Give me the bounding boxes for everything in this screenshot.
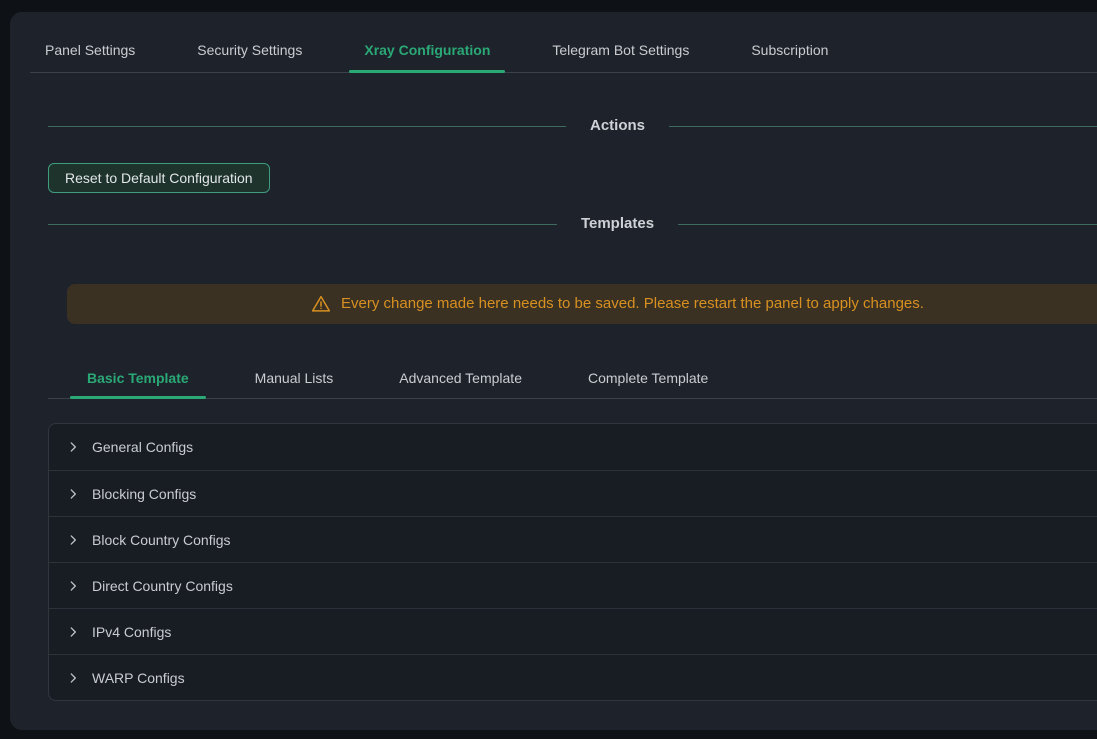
tab-security-settings[interactable]: Security Settings	[182, 32, 317, 72]
restart-warning-text: Every change made here needs to be saved…	[341, 294, 924, 314]
collapse-block-country-configs[interactable]: Block Country Configs	[49, 516, 1097, 562]
tab-advanced-template[interactable]: Advanced Template	[382, 360, 539, 398]
tab-subscription[interactable]: Subscription	[736, 32, 843, 72]
settings-card: Panel Settings Security Settings Xray Co…	[10, 12, 1097, 730]
chevron-right-icon	[66, 625, 80, 639]
tab-xray-configuration[interactable]: Xray Configuration	[349, 32, 505, 72]
xray-configuration-panel: Actions Reset to Default Configuration T…	[48, 115, 1097, 701]
chevron-right-icon	[66, 579, 80, 593]
divider-line	[669, 126, 1097, 127]
main-tab-bar: Panel Settings Security Settings Xray Co…	[30, 32, 1097, 73]
chevron-right-icon	[66, 440, 80, 454]
collapse-row-label: Direct Country Configs	[92, 578, 233, 594]
tab-manual-lists[interactable]: Manual Lists	[238, 360, 351, 398]
collapse-row-label: Blocking Configs	[92, 486, 196, 502]
collapse-ipv4-configs[interactable]: IPv4 Configs	[49, 608, 1097, 654]
chevron-right-icon	[66, 533, 80, 547]
divider-line	[48, 126, 566, 127]
templates-divider: Templates	[48, 213, 1097, 235]
collapse-row-label: IPv4 Configs	[92, 624, 171, 640]
templates-divider-title: Templates	[581, 213, 654, 235]
collapse-row-label: WARP Configs	[92, 670, 185, 686]
collapse-general-configs[interactable]: General Configs	[49, 424, 1097, 470]
collapse-row-label: Block Country Configs	[92, 532, 231, 548]
chevron-right-icon	[66, 487, 80, 501]
chevron-right-icon	[66, 671, 80, 685]
collapse-row-label: General Configs	[92, 439, 193, 455]
actions-divider-title: Actions	[590, 115, 645, 137]
config-collapse-list: General Configs Blocking Configs Block C…	[48, 423, 1097, 701]
tab-panel-settings[interactable]: Panel Settings	[30, 32, 150, 72]
divider-line	[48, 224, 557, 225]
collapse-direct-country-configs[interactable]: Direct Country Configs	[49, 562, 1097, 608]
tab-complete-template[interactable]: Complete Template	[571, 360, 725, 398]
collapse-warp-configs[interactable]: WARP Configs	[49, 654, 1097, 700]
collapse-blocking-configs[interactable]: Blocking Configs	[49, 470, 1097, 516]
warning-icon	[311, 294, 331, 314]
template-tab-bar: Basic Template Manual Lists Advanced Tem…	[48, 360, 1097, 399]
tab-telegram-bot-settings[interactable]: Telegram Bot Settings	[537, 32, 704, 72]
restart-warning-alert: Every change made here needs to be saved…	[67, 284, 1097, 324]
reset-default-config-button[interactable]: Reset to Default Configuration	[48, 163, 270, 193]
actions-divider: Actions	[48, 115, 1097, 137]
divider-line	[678, 224, 1097, 225]
tab-basic-template[interactable]: Basic Template	[70, 360, 206, 398]
actions-row: Reset to Default Configuration	[48, 163, 1097, 193]
